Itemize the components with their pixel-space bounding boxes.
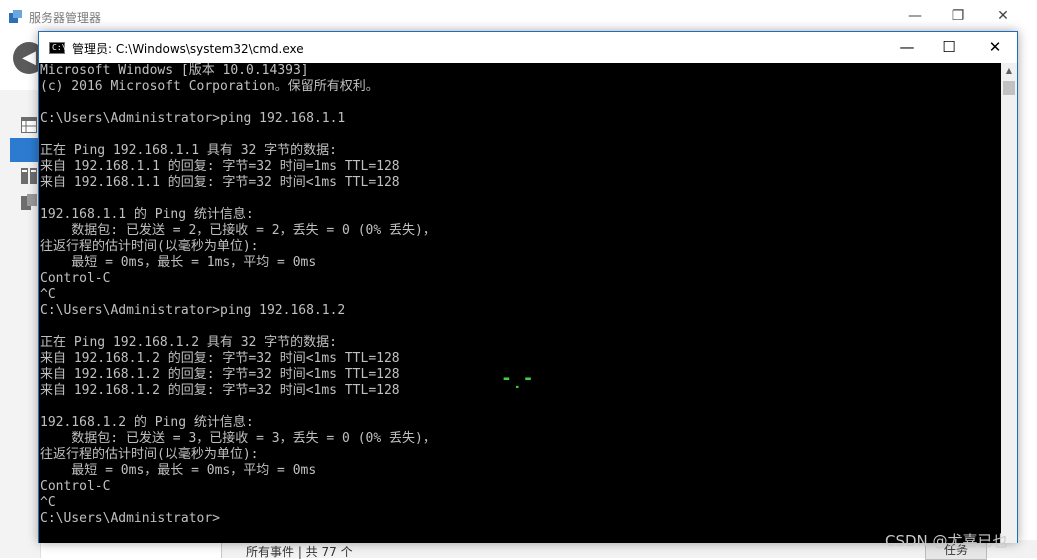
- console-line: 往返行程的估计时间(以毫秒为单位):: [40, 239, 259, 254]
- console-line: 来自 192.168.1.1 的回复: 字节=32 时间=1ms TTL=128: [40, 159, 400, 174]
- console-line: 192.168.1.2 的 Ping 统计信息:: [40, 415, 254, 430]
- console-line: 数据包: 已发送 = 3，已接收 = 3，丢失 = 0 (0% 丢失)，: [40, 431, 436, 446]
- console-line: Microsoft Windows [版本 10.0.14393]: [40, 63, 309, 78]
- console-line: 正在 Ping 192.168.1.2 具有 32 字节的数据:: [40, 335, 338, 350]
- console-scrollbar[interactable]: ▲: [1001, 63, 1017, 543]
- watermark: CSDN @尤喜已也: [885, 532, 1008, 550]
- console-line: C:\Users\Administrator>ping 192.168.1.2: [40, 303, 346, 318]
- mouse-cursor-icon: -̣-: [501, 368, 534, 389]
- console-line: 192.168.1.1 的 Ping 统计信息:: [40, 207, 254, 222]
- console-line: ^C: [40, 495, 56, 510]
- dashboard-icon[interactable]: [21, 117, 37, 133]
- console-line: 数据包: 已发送 = 2，已接收 = 2，丢失 = 0 (0% 丢失)，: [40, 223, 436, 238]
- file-storage-icon[interactable]: [21, 194, 37, 210]
- server-manager-title: 服务器管理器: [29, 11, 102, 25]
- console-line: 往返行程的估计时间(以毫秒为单位):: [40, 447, 259, 462]
- console-line: C:\Users\Administrator>ping 192.168.1.1: [40, 111, 346, 126]
- scroll-thumb[interactable]: [1003, 81, 1015, 95]
- server-manager-minimize-button[interactable]: —: [900, 6, 930, 26]
- server-manager-close-button[interactable]: ✕: [988, 6, 1018, 26]
- console-line: 来自 192.168.1.1 的回复: 字节=32 时间<1ms TTL=128: [40, 175, 400, 190]
- server-manager-titlebar: 服务器管理器 — ❐ ✕: [0, 0, 1037, 32]
- cmd-icon-label: C:\: [52, 43, 67, 52]
- console-line: 正在 Ping 192.168.1.1 具有 32 字节的数据:: [40, 143, 338, 158]
- scroll-up-icon[interactable]: ▲: [1001, 63, 1017, 79]
- cmd-maximize-button[interactable]: ☐: [927, 32, 971, 63]
- sidebar-item-local-server[interactable]: [10, 138, 40, 162]
- console-line: ^C: [40, 287, 56, 302]
- console-line: (c) 2016 Microsoft Corporation。保留所有权利。: [40, 79, 379, 94]
- cmd-titlebar[interactable]: C:\ 管理员: C:\Windows\system32\cmd.exe — ☐…: [39, 32, 1017, 63]
- console-line: 最短 = 0ms，最长 = 0ms，平均 = 0ms: [40, 463, 317, 478]
- console-output[interactable]: Microsoft Windows [版本 10.0.14393] (c) 201…: [39, 63, 1001, 543]
- console-text: Microsoft Windows [版本 10.0.14393] (c) 201…: [39, 63, 1001, 527]
- cmd-window-title: 管理员: C:\Windows\system32\cmd.exe: [72, 42, 304, 56]
- server-manager-icon: [9, 10, 22, 23]
- cmd-window: C:\ 管理员: C:\Windows\system32\cmd.exe — ☐…: [38, 31, 1018, 543]
- all-servers-icon[interactable]: [21, 168, 37, 184]
- cmd-minimize-button[interactable]: —: [885, 32, 929, 63]
- cmd-icon[interactable]: C:\: [49, 42, 67, 54]
- events-status-text: 所有事件 | 共 77 个: [246, 545, 353, 559]
- server-manager-restore-button[interactable]: ❐: [943, 6, 973, 26]
- cmd-close-button[interactable]: ✕: [973, 32, 1017, 63]
- console-line: 来自 192.168.1.2 的回复: 字节=32 时间<1ms TTL=128: [40, 351, 400, 366]
- console-line: Control-C: [40, 479, 111, 494]
- console-line: Control-C: [40, 271, 111, 286]
- console-line: 最短 = 0ms，最长 = 1ms，平均 = 0ms: [40, 255, 317, 270]
- console-line: C:\Users\Administrator>: [40, 511, 221, 526]
